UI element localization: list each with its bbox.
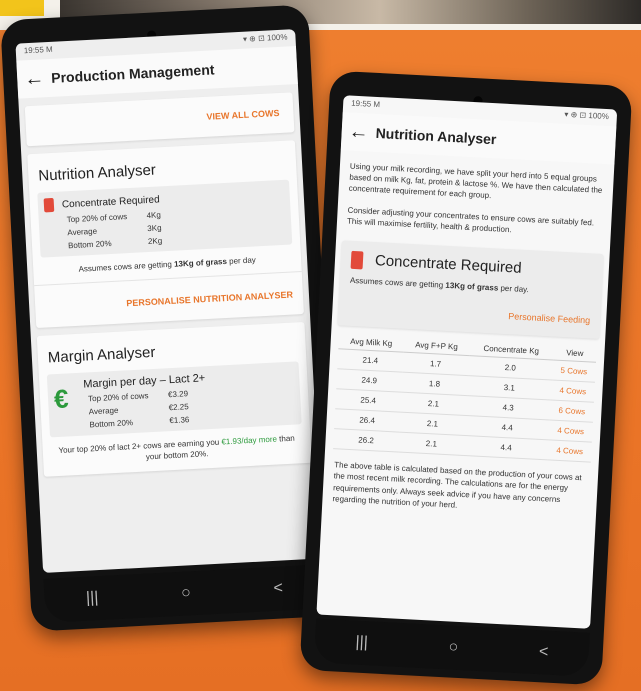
nutrition-table: Avg Milk Kg Avg F+P Kg Concentrate Kg Vi…: [333, 333, 597, 463]
left-phone: 19:55 M ▾ ⊕ ⊡ 100% ← Production Manageme…: [0, 4, 340, 632]
recents-icon[interactable]: |||: [355, 634, 368, 653]
view-cows-link[interactable]: 4 Cows: [547, 440, 592, 463]
note-bold: 13Kg of grass: [445, 280, 499, 293]
recents-icon[interactable]: |||: [86, 589, 99, 608]
stat-label: Top 20% of cows: [87, 391, 149, 404]
stat-label: Average: [67, 226, 98, 238]
stat-value: 4Kg: [146, 210, 162, 221]
page-title: Nutrition Analyser: [375, 124, 497, 148]
stat-value: 3Kg: [147, 223, 162, 234]
stat-value: 2Kg: [147, 236, 163, 247]
stat-value: €1.36: [169, 415, 190, 426]
status-icons: ▾ ⊕ ⊡ 100%: [242, 32, 288, 44]
note-highlight: €1.93/day more: [221, 434, 278, 447]
note-bold: 13Kg of grass: [173, 256, 228, 269]
personalise-nutrition-button[interactable]: PERSONALISE NUTRITION ANALYSER: [126, 290, 293, 309]
concentrate-card: Concentrate Required Assumes cows are ge…: [337, 240, 604, 340]
right-phone-screen: 19:55 M ▾ ⊕ ⊡ 100% ← Nutrition Analyser …: [316, 95, 618, 629]
stat-label: Bottom 20%: [89, 418, 134, 430]
status-time: 19:55 M: [23, 44, 53, 56]
feed-bag-icon: [350, 250, 364, 270]
concentrate-title: Concentrate Required: [61, 193, 160, 210]
feed-bag-icon: [43, 197, 55, 213]
view-cows-link[interactable]: 5 Cows: [551, 360, 596, 383]
stat-value: €3.29: [167, 389, 189, 400]
euro-icon: €: [53, 383, 70, 415]
stat-value: €2.25: [168, 402, 189, 413]
nutrition-table-wrapper: Avg Milk Kg Avg F+P Kg Concentrate Kg Vi…: [325, 333, 605, 463]
back-icon[interactable]: <: [538, 643, 549, 661]
status-time: 19:55 M: [350, 98, 381, 110]
left-phone-screen: 19:55 M ▾ ⊕ ⊡ 100% ← Production Manageme…: [15, 29, 323, 573]
margin-analyser-card: Margin Analyser € Margin per day – Lact …: [36, 322, 312, 477]
view-cows-link[interactable]: 4 Cows: [550, 380, 595, 403]
cell: 26.2: [333, 428, 400, 453]
home-icon[interactable]: ○: [181, 584, 192, 602]
stat-label: Average: [88, 406, 119, 417]
home-icon[interactable]: ○: [448, 638, 459, 656]
note-suffix: per day: [226, 255, 257, 266]
stat-label: Bottom 20%: [67, 238, 112, 251]
view-all-cows-link[interactable]: VIEW ALL COWS: [206, 108, 279, 122]
yellow-tab: [0, 0, 44, 16]
status-icons: ▾ ⊕ ⊡ 100%: [564, 109, 610, 122]
cell: 2.1: [398, 432, 465, 456]
view-all-card: VIEW ALL COWS: [24, 92, 295, 147]
back-icon[interactable]: <: [273, 579, 283, 597]
view-cows-link[interactable]: 6 Cows: [549, 400, 594, 423]
back-arrow-icon[interactable]: ←: [17, 66, 52, 91]
note-suffix: per day.: [498, 283, 530, 295]
personalise-feeding-link[interactable]: Personalise Feeding: [508, 311, 590, 325]
nutrition-analyser-card: Nutrition Analyser Concentrate Required …: [27, 140, 304, 329]
back-arrow-icon[interactable]: ←: [341, 120, 376, 145]
stat-label: Top 20% of cows: [66, 212, 128, 225]
page-title: Production Management: [50, 61, 215, 86]
nav-bar: ||| ○ <: [313, 618, 590, 677]
footer-text: The above table is calculated based on t…: [332, 460, 582, 510]
nav-bar: ||| ○ <: [43, 564, 326, 623]
right-phone: 19:55 M ▾ ⊕ ⊡ 100% ← Nutrition Analyser …: [299, 70, 633, 686]
note-text: Assumes cows are getting: [78, 259, 175, 274]
view-cows-link[interactable]: 4 Cows: [548, 420, 593, 443]
margin-box: € Margin per day – Lact 2+ Top 20% of co…: [46, 361, 302, 438]
